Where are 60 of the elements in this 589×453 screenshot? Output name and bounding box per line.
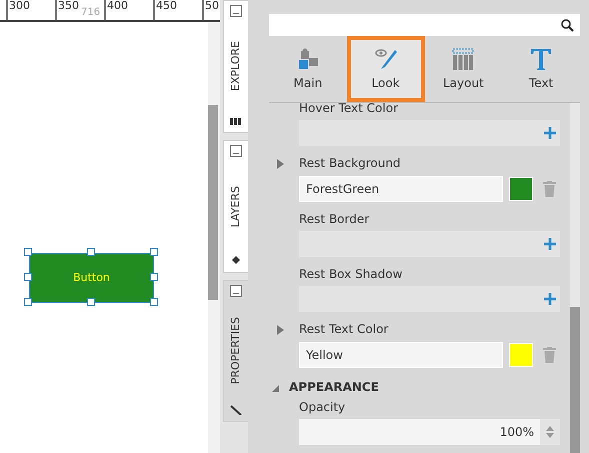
tab[interactable]: Look — [346, 36, 424, 102]
search-icon — [561, 18, 574, 32]
resize-handle[interactable] — [24, 273, 32, 281]
resize-handle[interactable] — [87, 298, 95, 306]
ruler-label: 450 — [156, 0, 177, 12]
empty-field[interactable] — [299, 286, 560, 312]
scrollbar[interactable] — [570, 103, 580, 453]
minimize-icon — [230, 285, 242, 297]
empty-field[interactable] — [299, 230, 560, 257]
layout-icon — [452, 48, 474, 70]
layers-icon — [230, 256, 242, 266]
canvas-button[interactable]: Button — [29, 253, 154, 303]
text-icon — [530, 48, 552, 70]
up-down-icon — [545, 424, 555, 439]
minimize-icon — [230, 145, 242, 157]
add-icon[interactable] — [544, 238, 556, 250]
resize-handle[interactable] — [24, 248, 32, 256]
property-label: Rest Background — [299, 155, 401, 172]
side-tab[interactable]: LAYERS — [223, 140, 248, 273]
ruler-label: 50 — [205, 0, 219, 12]
brush-icon — [230, 404, 242, 415]
tab[interactable]: Main — [269, 36, 347, 102]
spinner[interactable] — [540, 418, 560, 445]
expand-arrow-icon[interactable] — [277, 159, 284, 170]
side-tab[interactable]: EXPLORE — [223, 0, 248, 133]
section-title: APPEARANCE — [289, 378, 379, 396]
resize-handle[interactable] — [150, 298, 158, 306]
tab[interactable]: Text — [502, 36, 580, 102]
property-label: Opacity — [299, 398, 346, 416]
columns-icon — [230, 116, 242, 126]
expand-arrow-icon[interactable] — [272, 384, 279, 392]
color-swatch[interactable] — [509, 176, 533, 201]
input-field[interactable]: Yellow — [299, 342, 503, 368]
brush-icon — [374, 48, 397, 70]
property-label: Rest Box Shadow — [299, 266, 402, 284]
ruler-label: 300 — [9, 0, 30, 12]
expand-arrow-icon[interactable] — [277, 325, 284, 336]
tab[interactable]: Layout — [424, 36, 502, 102]
number-field[interactable]: 100% — [299, 418, 540, 445]
add-icon[interactable] — [544, 127, 556, 140]
scrollbar[interactable] — [208, 22, 220, 453]
ruler-position: 716 — [81, 7, 100, 19]
trash-icon[interactable] — [543, 346, 556, 363]
property-label: Hover Text Color — [299, 103, 398, 118]
input-field[interactable]: ForestGreen — [299, 176, 503, 202]
resize-handle[interactable] — [24, 298, 32, 306]
property-label: Rest Text Color — [299, 321, 388, 338]
empty-field[interactable] — [299, 120, 560, 146]
trash-icon[interactable] — [543, 180, 556, 197]
side-tab[interactable]: PROPERTIES — [223, 280, 248, 422]
resize-handle[interactable] — [87, 248, 95, 256]
ruler-label: 400 — [107, 0, 128, 12]
resize-handle[interactable] — [150, 273, 158, 281]
add-icon[interactable] — [544, 293, 556, 306]
color-swatch[interactable] — [509, 342, 533, 367]
ruler-label: 350 — [58, 0, 79, 12]
resize-handle[interactable] — [150, 248, 158, 256]
property-label: Rest Border — [299, 210, 370, 228]
search-field[interactable] — [269, 14, 580, 36]
minimize-icon — [230, 5, 242, 17]
